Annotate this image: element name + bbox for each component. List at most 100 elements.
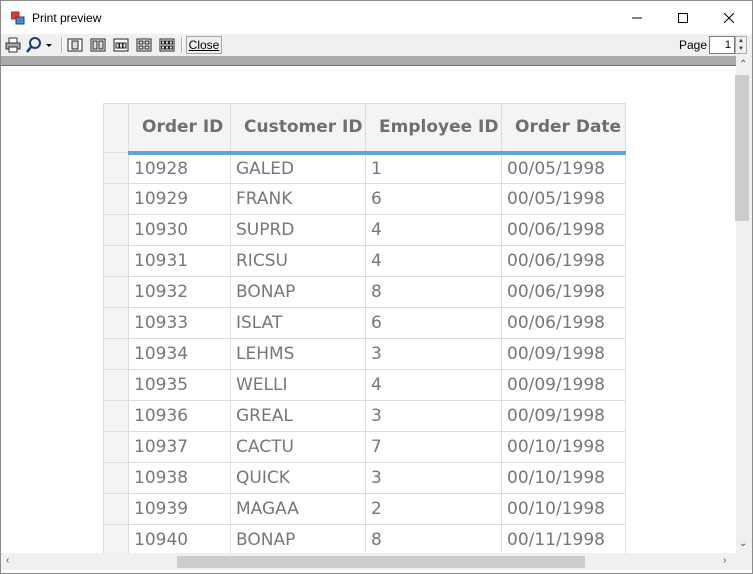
order-date-cell: 00/06/1998	[501, 214, 626, 246]
order-date-cell: 00/10/1998	[501, 431, 626, 463]
customer-id-cell: BONAP	[230, 276, 366, 308]
table-row: 10935 WELLI 4 00/09/1998	[103, 369, 626, 401]
preview-viewport: Order ID Customer ID Employee ID Order D…	[1, 66, 736, 553]
order-date-cell: 00/06/1998	[501, 307, 626, 339]
vertical-scroll-thumb[interactable]	[735, 75, 749, 221]
row-header[interactable]	[103, 276, 129, 308]
order-date-cell: 00/11/1998	[501, 524, 626, 553]
order-id-cell: 10937	[128, 431, 231, 463]
three-pages-icon[interactable]	[112, 36, 130, 54]
app-icon	[10, 11, 25, 25]
close-button-label: Close	[188, 38, 220, 52]
maximize-button[interactable]	[660, 1, 706, 34]
print-icon[interactable]	[4, 36, 22, 54]
employee-id-cell: 8	[365, 276, 502, 308]
employee-id-cell: 6	[365, 183, 502, 215]
page-spinner[interactable]: ▲ ▼	[735, 36, 747, 54]
order-date-cell: 00/06/1998	[501, 245, 626, 277]
table-row: 10940 BONAP 8 00/11/1998	[103, 524, 626, 553]
table-row: 10929 FRANK 6 00/05/1998	[103, 183, 626, 215]
customer-id-cell: QUICK	[230, 462, 366, 494]
employee-id-cell: 4	[365, 245, 502, 277]
order-id-cell: 10933	[128, 307, 231, 339]
grid-header-row: Order ID Customer ID Employee ID Order D…	[103, 103, 626, 155]
order-id-cell: 10935	[128, 369, 231, 401]
data-grid: Order ID Customer ID Employee ID Order D…	[103, 103, 626, 553]
close-window-button[interactable]	[706, 1, 752, 34]
table-row: 10939 MAGAA 2 00/10/1998	[103, 493, 626, 525]
single-page-icon[interactable]	[66, 36, 84, 54]
close-button[interactable]: Close	[186, 36, 222, 54]
title-bar: Print preview	[1, 1, 752, 34]
order-date-cell: 00/10/1998	[501, 462, 626, 494]
row-header-corner	[103, 103, 129, 153]
table-row: 10928 GALED 1 00/05/1998	[103, 152, 626, 184]
zoom-icon[interactable]	[25, 36, 55, 54]
six-pages-icon[interactable]	[158, 36, 176, 54]
scroll-down-icon[interactable]: ⌄	[739, 538, 747, 549]
scroll-up-icon[interactable]: ⌃	[739, 59, 747, 70]
order-date-cell: 00/09/1998	[501, 369, 626, 401]
horizontal-scroll-thumb[interactable]	[177, 556, 585, 568]
order-date-cell: 00/06/1998	[501, 276, 626, 308]
order-id-cell: 10932	[128, 276, 231, 308]
customer-id-cell: MAGAA	[230, 493, 366, 525]
order-date-cell: 00/09/1998	[501, 400, 626, 432]
customer-id-cell: RICSU	[230, 245, 366, 277]
row-header[interactable]	[103, 214, 129, 246]
order-id-cell: 10936	[128, 400, 231, 432]
order-id-cell: 10931	[128, 245, 231, 277]
order-id-cell: 10940	[128, 524, 231, 553]
page-number-input[interactable]: 1	[709, 36, 735, 54]
order-date-cell: 00/10/1998	[501, 493, 626, 525]
customer-id-cell: GREAL	[230, 400, 366, 432]
column-header-order-id: Order ID	[128, 103, 231, 155]
row-header[interactable]	[103, 431, 129, 463]
preview-top-border	[1, 56, 736, 66]
four-pages-icon[interactable]	[135, 36, 153, 54]
table-row: 10936 GREAL 3 00/09/1998	[103, 400, 626, 432]
table-row: 10932 BONAP 8 00/06/1998	[103, 276, 626, 308]
employee-id-cell: 4	[365, 214, 502, 246]
row-header[interactable]	[103, 493, 129, 525]
row-header[interactable]	[103, 307, 129, 339]
column-header-employee-id: Employee ID	[365, 103, 502, 155]
table-row: 10930 SUPRD 4 00/06/1998	[103, 214, 626, 246]
employee-id-cell: 4	[365, 369, 502, 401]
order-id-cell: 10928	[128, 152, 231, 184]
two-pages-icon[interactable]	[89, 36, 107, 54]
order-id-cell: 10934	[128, 338, 231, 370]
row-header[interactable]	[103, 245, 129, 277]
column-header-customer-id: Customer ID	[230, 103, 366, 155]
order-date-cell: 00/05/1998	[501, 183, 626, 215]
order-id-cell: 10939	[128, 493, 231, 525]
employee-id-cell: 7	[365, 431, 502, 463]
customer-id-cell: WELLI	[230, 369, 366, 401]
table-row: 10933 ISLAT 6 00/06/1998	[103, 307, 626, 339]
spinner-down-icon[interactable]: ▼	[736, 45, 746, 53]
table-row: 10931 RICSU 4 00/06/1998	[103, 245, 626, 277]
order-date-cell: 00/05/1998	[501, 152, 626, 184]
grid-body: 10928 GALED 1 00/05/1998 10929 FRANK 6 00/05/19…	[103, 152, 626, 553]
customer-id-cell: GALED	[230, 152, 366, 184]
spinner-up-icon[interactable]: ▲	[736, 37, 746, 45]
minimize-button[interactable]	[614, 1, 660, 34]
customer-id-cell: CACTU	[230, 431, 366, 463]
employee-id-cell: 3	[365, 400, 502, 432]
print-preview-window: Print preview Close Page 1 ▲ ▼ Order ID …	[0, 0, 753, 574]
scroll-left-icon[interactable]: ‹	[6, 555, 9, 566]
minimize-icon	[632, 10, 642, 26]
row-header[interactable]	[103, 338, 129, 370]
table-row: 10937 CACTU 7 00/10/1998	[103, 431, 626, 463]
employee-id-cell: 2	[365, 493, 502, 525]
row-header[interactable]	[103, 462, 129, 494]
page-label: Page	[679, 38, 708, 52]
row-header[interactable]	[103, 524, 129, 553]
row-header[interactable]	[103, 400, 129, 432]
row-header[interactable]	[103, 183, 129, 215]
scroll-right-icon[interactable]: ›	[723, 555, 726, 566]
row-header[interactable]	[103, 152, 129, 184]
employee-id-cell: 8	[365, 524, 502, 553]
employee-id-cell: 3	[365, 338, 502, 370]
row-header[interactable]	[103, 369, 129, 401]
